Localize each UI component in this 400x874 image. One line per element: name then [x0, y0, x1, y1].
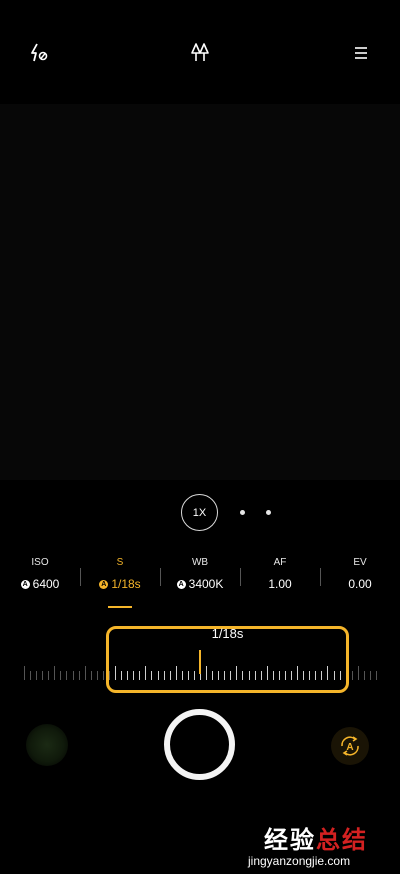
- dial-tick: [24, 666, 25, 680]
- param-label: EV: [353, 557, 367, 568]
- dial-tick: [79, 671, 80, 680]
- dial-tick: [42, 671, 43, 680]
- param-shutter[interactable]: S A 1/18s: [80, 556, 160, 594]
- param-af[interactable]: AF 1.00: [240, 556, 320, 594]
- param-label: WB: [191, 557, 209, 568]
- zoom-1x-button[interactable]: 1X: [181, 494, 218, 531]
- dial-tick: [73, 671, 74, 680]
- dial-tick: [97, 671, 98, 680]
- active-param-indicator: [108, 606, 132, 608]
- auto-mode-icon[interactable]: A: [331, 727, 369, 765]
- param-label: ISO: [31, 557, 49, 568]
- param-wb[interactable]: WB A 3400K: [160, 556, 240, 594]
- menu-icon[interactable]: [348, 40, 374, 66]
- auto-badge-icon: A: [99, 579, 109, 589]
- zoom-option-dot[interactable]: [240, 510, 245, 515]
- dial-needle: [199, 650, 201, 674]
- top-bar: [0, 0, 400, 104]
- watermark-title: 经验: [264, 827, 316, 854]
- dial-tick: [30, 671, 31, 680]
- camera-viewfinder[interactable]: [0, 104, 400, 480]
- dial-tick: [376, 671, 377, 680]
- macro-icon[interactable]: [187, 40, 213, 66]
- dial-tick: [66, 671, 67, 680]
- shutter-button[interactable]: [164, 709, 235, 780]
- dial-tick: [103, 671, 104, 680]
- param-label: S: [116, 557, 124, 568]
- watermark-title-accent: 总结: [316, 827, 368, 854]
- param-value: 3400K: [188, 577, 224, 591]
- gallery-thumbnail[interactable]: [26, 724, 68, 766]
- dial-tick: [370, 671, 371, 680]
- pro-params-bar: ISO A 6400 S A 1/18s WB A 3400K AF 1.00 …: [0, 556, 400, 594]
- param-value: 1/18s: [111, 577, 141, 591]
- shutter-speed-dial[interactable]: 1/18s: [0, 626, 400, 694]
- dial-tick: [352, 671, 353, 680]
- dial-tick: [358, 666, 359, 680]
- dial-tick: [48, 671, 49, 680]
- zoom-option-dot[interactable]: [266, 510, 271, 515]
- dial-tick: [60, 671, 61, 680]
- flash-off-icon[interactable]: [26, 40, 52, 66]
- watermark: 经验总结 jingyanzongjie.com: [248, 820, 398, 870]
- param-value: 0.00: [348, 577, 372, 591]
- param-ev[interactable]: EV 0.00: [320, 556, 400, 594]
- dial-readout: 1/18s: [211, 626, 244, 641]
- dial-tick: [36, 671, 37, 680]
- zoom-controls: 1X: [0, 494, 400, 531]
- dial-tick: [85, 666, 86, 680]
- param-value: 6400: [32, 577, 60, 591]
- dial-tick: [364, 671, 365, 680]
- param-label: AF: [273, 557, 287, 568]
- auto-badge-icon: A: [20, 579, 30, 589]
- param-value: 1.00: [268, 577, 292, 591]
- auto-mode-letter: A: [346, 742, 353, 753]
- dial-tick: [54, 666, 55, 680]
- param-iso[interactable]: ISO A 6400: [0, 556, 80, 594]
- dial-tick: [91, 671, 92, 680]
- watermark-url: jingyanzongjie.com: [248, 854, 351, 868]
- auto-badge-icon: A: [176, 579, 186, 589]
